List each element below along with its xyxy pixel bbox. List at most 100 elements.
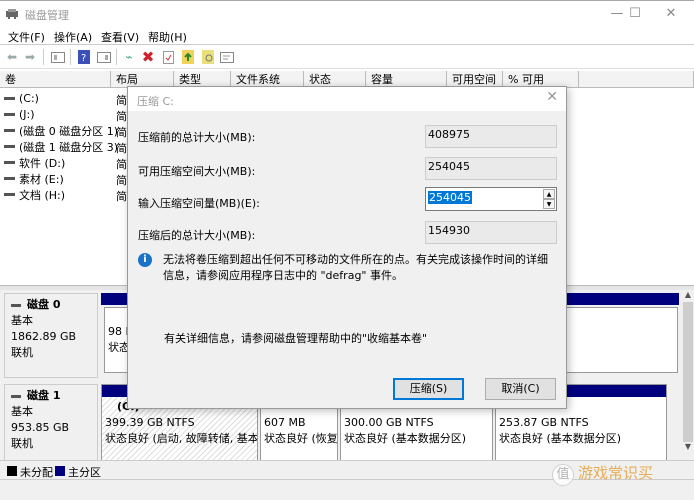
partition-size: 300.00 GB NTFS [344,416,434,429]
disk-status: 联机 [11,346,33,359]
back-icon[interactable]: ⬅ [4,49,20,65]
total-size-after-value: 154930 [425,221,557,244]
shrink-amount-value: 254045 [428,191,472,204]
disk-type: 基本 [11,405,33,418]
console-tree-icon[interactable] [50,49,66,65]
properties-icon[interactable] [160,49,176,65]
help-text: 有关详细信息，请参阅磁盘管理帮助中的"收缩基本卷" [164,332,428,345]
settings-icon[interactable] [219,49,235,65]
shrink-dialog: 压缩 C: ✕ 压缩前的总计大小(MB): 408975 可用压缩空间大小(MB… [127,86,567,409]
info-icon: i [138,253,152,267]
volume-name: 文档 (H:) [19,188,66,202]
volume-layout: 简 [116,94,127,107]
partition-size: 399.39 GB NTFS [105,416,195,429]
partition-size: 607 MB [264,416,306,429]
scroll-thumb[interactable] [683,302,693,442]
legend-swatch-unallocated [7,466,17,476]
volume-layout: 简 [116,110,127,123]
total-size-after-label: 压缩后的总计大小(MB): [138,229,256,242]
svg-text:?: ? [81,53,86,64]
total-size-before-value: 408975 [425,125,557,148]
toolbar-separator [70,49,71,65]
partition-status: 状态良好 (基本数据分区) [499,432,622,445]
volume-layout: 简 [116,190,127,203]
volume-name: (磁盘 1 磁盘分区 3) [19,140,119,154]
disk-type: 基本 [11,314,33,327]
column-header-empty [579,71,694,88]
menu-bar: 文件(F) 操作(A) 查看(V) 帮助(H) [0,26,694,45]
partition-status: 状态良好 (启动, 故障转储, 基本数 [105,432,257,445]
action-pane-icon[interactable] [96,49,112,65]
volume-row[interactable]: (J:) [4,107,35,122]
partition-status: 状态良好 (基本数据分区) [344,432,467,445]
watermark-text: 游戏常识买 [578,464,654,482]
volume-layout: 简 [116,174,127,187]
partition-size: 253.87 GB NTFS [499,416,589,429]
volume-row[interactable]: (C:) [4,91,39,106]
cancel-button[interactable]: 取消(C) [485,378,556,400]
import-icon[interactable] [180,49,196,65]
info-text: 无法将卷压缩到超出任何不可移动的文件所在的点。有关完成该操作时间的详细信息，请参… [163,253,548,282]
disk-icon [11,394,21,398]
volume-name: (J:) [19,108,35,121]
shrink-amount-input[interactable]: 254045 ▲ ▼ [425,187,557,211]
disk-management-icon [6,9,18,19]
disk-0-info[interactable]: 磁盘 0 基本 1862.89 GB 联机 [4,293,98,378]
volume-icon [4,113,15,116]
volume-name: (C:) [19,92,39,105]
volume-row[interactable]: 素材 (E:) [4,171,64,186]
disk-1-info[interactable]: 磁盘 1 基本 953.85 GB 联机 [4,384,98,466]
volume-icon [4,161,15,164]
watermark-badge: 值 [552,464,574,486]
volume-icon [4,129,15,132]
volume-layout: 简 [116,126,127,139]
disk-map-scrollbar[interactable]: ▲ ▼ [682,290,694,460]
volume-icon [4,145,15,148]
title-bar: 磁盘管理 — ☐ ✕ [0,0,694,26]
volume-name: 软件 (D:) [19,156,66,170]
volume-row[interactable]: 文档 (H:) [4,187,65,202]
volume-layout: 简 [116,142,127,155]
available-shrink-value: 254045 [425,157,557,180]
scroll-up-icon[interactable]: ▲ [682,290,694,302]
connect-icon[interactable]: ⌁ [121,49,137,65]
legend-label-primary: 主分区 [68,466,101,479]
info-message: i 无法将卷压缩到超出任何不可移动的文件所在的点。有关完成该操作时间的详细信息，… [138,252,558,284]
menu-file[interactable]: 文件(F) [8,29,45,45]
rescan-icon[interactable] [200,49,216,65]
volume-row[interactable]: (磁盘 1 磁盘分区 3) [4,139,118,154]
forward-icon[interactable]: ➡ [22,49,38,65]
shrink-button[interactable]: 压缩(S) [393,378,464,400]
legend-swatch-primary [55,466,65,476]
close-button[interactable]: ✕ [656,4,686,24]
column-header-volume[interactable]: 卷 [0,71,111,88]
spin-up-icon[interactable]: ▲ [543,189,555,199]
volume-row[interactable]: 软件 (D:) [4,155,65,170]
maximize-button[interactable]: ☐ [620,4,650,24]
menu-view[interactable]: 查看(V) [101,29,139,45]
menu-action[interactable]: 操作(A) [54,29,92,45]
shrink-amount-label: 输入压缩空间量(MB)(E): [138,197,260,210]
disk-name: 磁盘 0 [27,298,61,311]
toolbar-separator [43,49,44,65]
disk-name: 磁盘 1 [27,389,61,402]
volume-layout: 简 [116,158,127,171]
partition-status: 状态良好 (恢复 [264,432,337,445]
menu-help[interactable]: 帮助(H) [148,29,187,45]
disk-size: 953.85 GB [11,421,70,434]
disk-icon [11,303,21,307]
volume-icon [4,193,15,196]
help-icon[interactable]: ? [76,49,92,65]
volume-name: (磁盘 0 磁盘分区 1) [19,124,119,138]
volume-row[interactable]: (磁盘 0 磁盘分区 1) [4,123,118,138]
scroll-down-icon[interactable]: ▼ [682,442,694,454]
window-title: 磁盘管理 [25,9,69,22]
dialog-close-button[interactable]: ✕ [546,89,558,105]
toolbar-separator [116,49,117,65]
available-shrink-label: 可用压缩空间大小(MB): [138,165,256,178]
spin-down-icon[interactable]: ▼ [543,199,555,209]
dialog-title: 压缩 C: [128,87,566,111]
delete-icon[interactable]: ✖ [140,48,156,66]
total-size-before-label: 压缩前的总计大小(MB): [138,131,256,144]
volume-icon [4,177,15,180]
